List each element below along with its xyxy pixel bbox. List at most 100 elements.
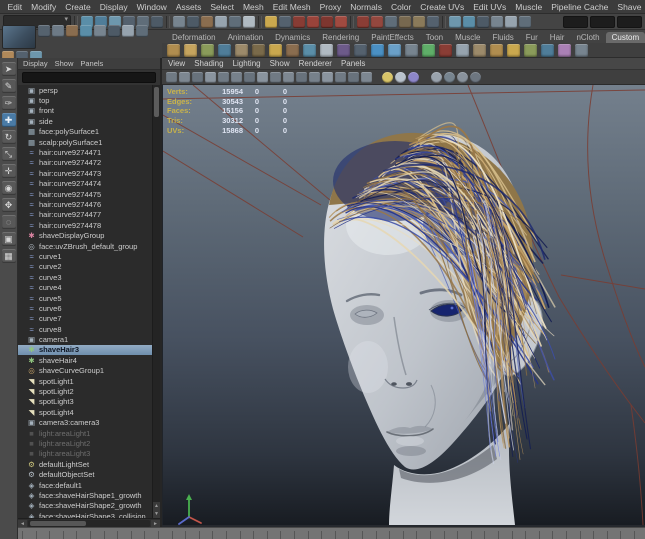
status-icon-7[interactable] [173,16,185,28]
shelf-tab-rendering[interactable]: Rendering [316,32,365,43]
status-icon-17[interactable] [321,16,333,28]
viewport-toolbar-icon-10[interactable] [283,72,294,83]
shelf-icon-18[interactable] [456,44,469,57]
viewport-toolbar-icon-16[interactable] [361,72,372,83]
outliner-item-hair-curve9274472[interactable]: ≈hair:curve9274472 [18,158,160,168]
shelf-tab-animation[interactable]: Animation [222,32,270,43]
viewport-toolbar-icon-4[interactable] [205,72,216,83]
outliner-item-curve8[interactable]: ≈curve8 [18,324,160,334]
status-icon-20[interactable] [371,16,383,28]
shelf-icon-21[interactable] [507,44,520,57]
scroll-up-arrow-icon[interactable]: ▲ [153,502,160,510]
outliner-item-spotlight4[interactable]: ◥spotLight4 [18,407,160,417]
shelf-icon-16[interactable] [422,44,435,57]
shelf-icon-13[interactable] [371,44,384,57]
shelf-tab-hair[interactable]: Hair [544,32,571,43]
rotate-tool[interactable]: ↻ [2,130,16,144]
shelf-icon-1[interactable] [167,44,180,57]
move-tool[interactable]: ✚ [2,113,16,127]
outliner-item-camera1[interactable]: ▣camera1 [18,334,160,344]
outliner-menu-panels[interactable]: Panels [80,59,103,68]
shelf-tab-fur[interactable]: Fur [520,32,544,43]
scrollbar-thumb[interactable] [30,521,86,526]
menu-shave[interactable]: Shave [613,2,645,12]
viewport-menu-lighting[interactable]: Lighting [233,59,261,68]
outliner-item-face-shavehairshape1-growth[interactable]: ◈face:shaveHairShape1_growth [18,490,160,500]
status-icon-24[interactable] [427,16,439,28]
status-icon-29[interactable] [505,16,517,28]
menu-assets[interactable]: Assets [171,2,206,12]
outliner-item-hair-curve9274474[interactable]: ≈hair:curve9274474 [18,179,160,189]
menu-color[interactable]: Color [386,2,415,12]
outliner-menu-show[interactable]: Show [55,59,74,68]
outliner-item-curve1[interactable]: ≈curve1 [18,251,160,261]
outliner-item-curve5[interactable]: ≈curve5 [18,293,160,303]
status-icon-8[interactable] [187,16,199,28]
viewport-menu-show[interactable]: Show [270,59,290,68]
status-input-field-3[interactable] [617,16,642,28]
viewport-menu-view[interactable]: View [168,59,185,68]
scroll-down-arrow-icon[interactable]: ▼ [153,510,160,518]
quick-icon-2[interactable] [52,25,64,37]
scrollbar-thumb[interactable] [154,87,159,117]
outliner-item-shavecurvegroup1[interactable]: ◎shaveCurveGroup1 [18,366,160,376]
menu-proxy[interactable]: Proxy [315,2,346,12]
status-icon-25[interactable] [449,16,461,28]
viewport-toolbar-icon-8[interactable] [257,72,268,83]
shelf-tab-custom[interactable]: Custom [606,32,645,43]
menu-window[interactable]: Window [132,2,171,12]
outliner-item-defaultobjectset[interactable]: ⚙defaultObjectSet [18,469,160,479]
shelf-tab-painteffects[interactable]: PaintEffects [365,32,420,43]
menu-select[interactable]: Select [206,2,239,12]
outliner-item-spotlight3[interactable]: ◥spotLight3 [18,397,160,407]
shelf-icon-8[interactable] [286,44,299,57]
last-tool-used[interactable]: ◌ [2,215,16,229]
shelf-icon-20[interactable] [490,44,503,57]
status-icon-18[interactable] [335,16,347,28]
outliner-search-input[interactable] [22,72,156,83]
menu-modify[interactable]: Modify [27,2,61,12]
viewport-toolbar-icon-6[interactable] [231,72,242,83]
viewport-menu-renderer[interactable]: Renderer [299,59,332,68]
shelf-icon-12[interactable] [354,44,367,57]
shelf-icon-24[interactable] [558,44,571,57]
quick-icon-7[interactable] [122,25,134,37]
status-icon-12[interactable] [243,16,255,28]
outliner-item-curve4[interactable]: ≈curve4 [18,282,160,292]
shelf-icon-23[interactable] [541,44,554,57]
outliner-menu-display[interactable]: Display [23,59,48,68]
quick-icon-1[interactable] [38,25,50,37]
viewport-toolbar-icon-17[interactable] [382,72,393,83]
viewport-toolbar-icon-5[interactable] [218,72,229,83]
viewport-toolbar-icon-15[interactable] [348,72,359,83]
paint-select-tool[interactable]: ✑ [2,96,16,110]
shelf-icon-14[interactable] [388,44,401,57]
shelf-icon-7[interactable] [269,44,282,57]
shelf-icon-5[interactable] [235,44,248,57]
shelf-icon-15[interactable] [405,44,418,57]
viewport-toolbar-icon-12[interactable] [309,72,320,83]
shelf-icon-22[interactable] [524,44,537,57]
outliner-item-hair-curve9274476[interactable]: ≈hair:curve9274476 [18,199,160,209]
shelf-icon-10[interactable] [320,44,333,57]
viewport-toolbar-icon-14[interactable] [335,72,346,83]
shelf-tab-fluids[interactable]: Fluids [486,32,519,43]
viewport-menu-panels[interactable]: Panels [341,59,365,68]
layout-single-pane[interactable]: ▣ [2,232,16,246]
status-icon-23[interactable] [413,16,425,28]
viewport-toolbar-icon-22[interactable] [457,72,468,83]
status-icon-30[interactable] [519,16,531,28]
shelf-tab-muscle[interactable]: Muscle [449,32,486,43]
menu-create[interactable]: Create [61,2,96,12]
menu-edit[interactable]: Edit [3,2,27,12]
status-icon-6[interactable] [151,16,163,28]
outliner-item-curve6[interactable]: ≈curve6 [18,303,160,313]
outliner-item-curve7[interactable]: ≈curve7 [18,314,160,324]
outliner-item-hair-curve9274471[interactable]: ≈hair:curve9274471 [18,147,160,157]
viewport-toolbar-icon-19[interactable] [408,72,419,83]
select-tool[interactable]: ➤ [2,62,16,76]
outliner-item-hair-curve9274475[interactable]: ≈hair:curve9274475 [18,189,160,199]
scrollbar-track[interactable] [28,520,150,527]
viewport-toolbar-icon-23[interactable] [470,72,481,83]
lasso-select-tool[interactable]: ✎ [2,79,16,93]
